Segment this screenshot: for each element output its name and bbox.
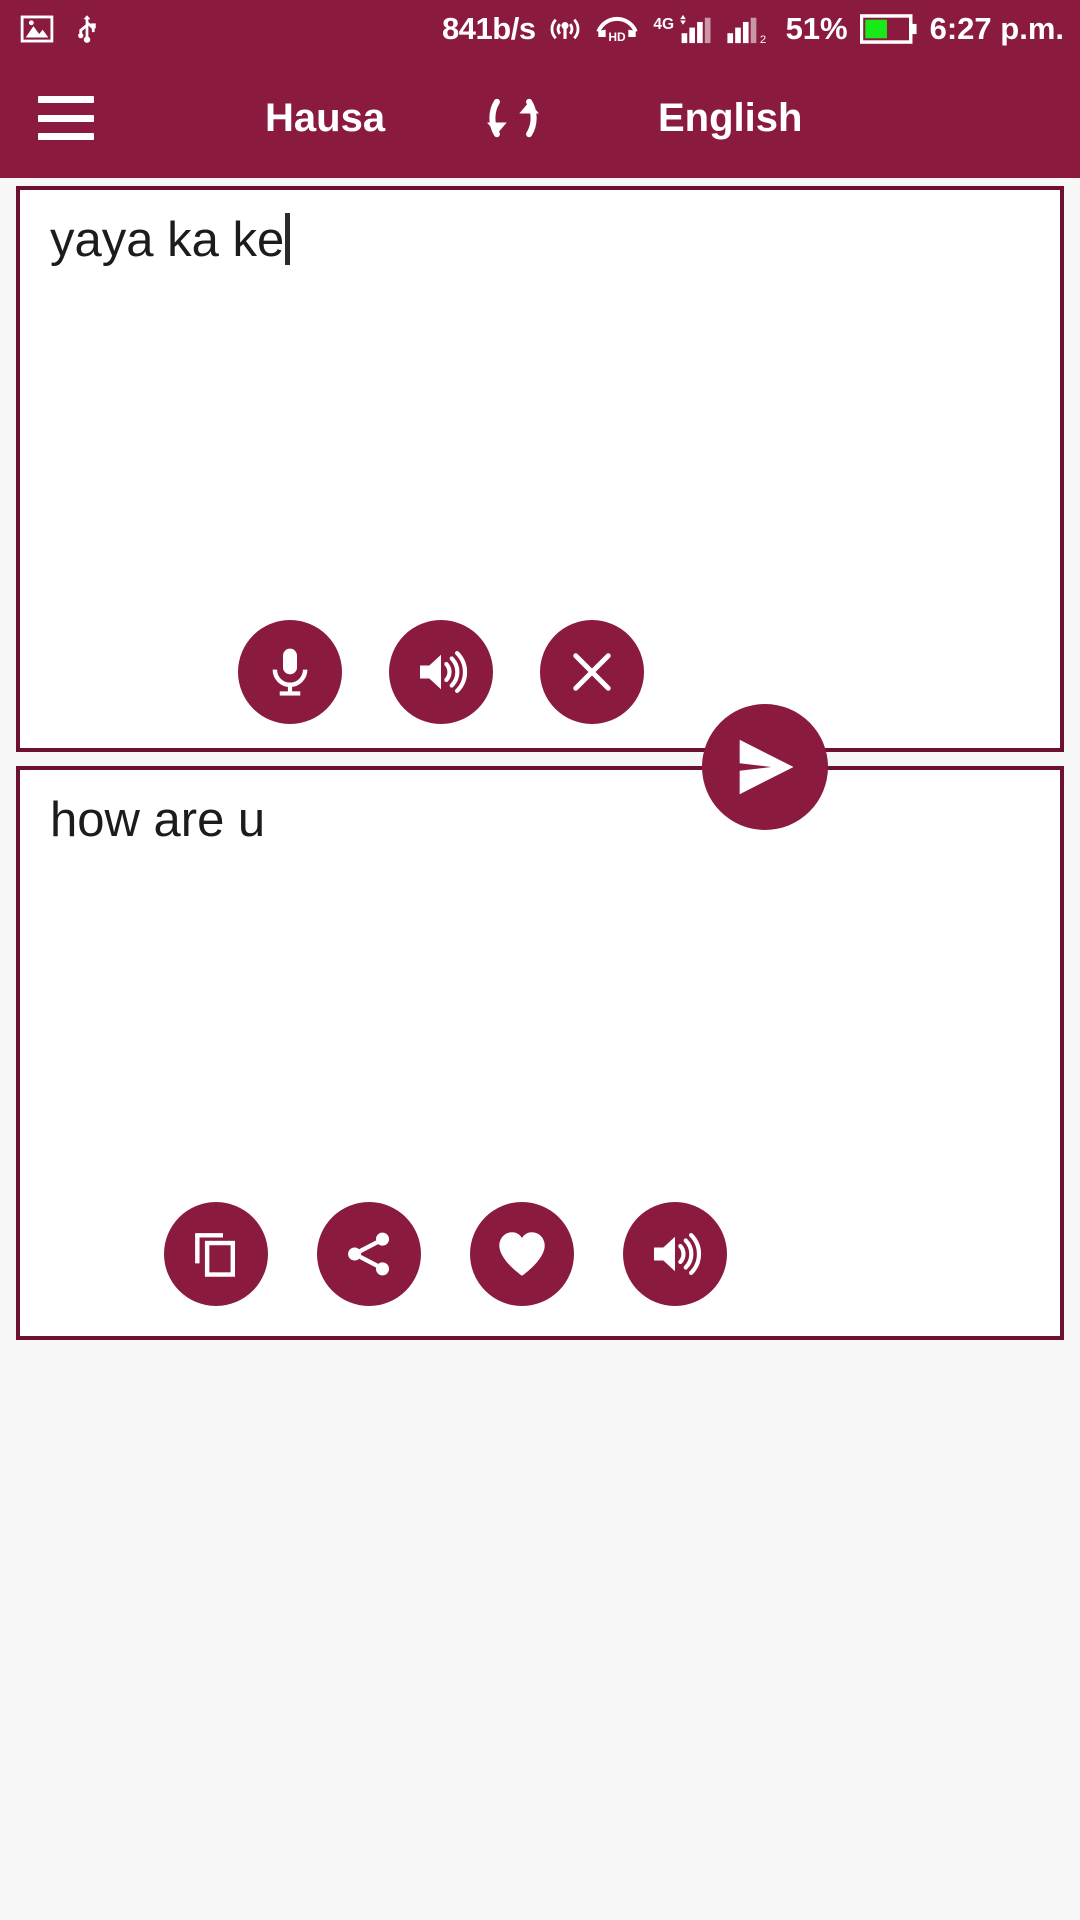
app-root: 841b/s HD 4G 2 51% 6:27 p.m. Hausa Engli… [0,0,1080,1920]
network-speed-text: 841b/s [442,11,536,46]
source-text-value: yaya ka ke [50,213,285,267]
hd-call-icon: HD [596,16,638,44]
copy-icon [195,1233,236,1277]
svg-text:4G: 4G [653,16,674,33]
speak-output-button[interactable] [623,1202,727,1306]
speak-input-button[interactable] [389,620,493,724]
translation-actions-row [164,1202,727,1306]
hotspot-icon [550,18,579,40]
swap-languages-icon[interactable] [470,75,556,161]
source-actions-row [238,620,644,724]
clear-input-button[interactable] [540,620,644,724]
copy-button[interactable] [164,1202,268,1306]
status-bar-right-icons: 841b/s HD 4G 2 51% 6:27 p.m. [442,11,1064,47]
microphone-icon [272,648,308,696]
4g-signal-icon: 4G [653,14,711,44]
close-icon [573,653,611,691]
heart-icon [499,1232,545,1276]
battery-icon [859,14,917,44]
svg-text:2: 2 [759,34,765,46]
share-button[interactable] [317,1202,421,1306]
image-icon [20,15,54,43]
speaker-icon [654,1233,702,1275]
status-bar-left-icons [20,12,102,46]
favorite-button[interactable] [470,1202,574,1306]
translated-text-value: how are u [50,793,266,847]
source-text-input[interactable]: yaya ka ke [50,212,1030,268]
source-language-button[interactable]: Hausa [265,96,385,141]
text-cursor [285,213,291,265]
app-bar: Hausa English [0,58,1080,178]
svg-text:HD: HD [608,30,626,44]
usb-icon [78,15,96,43]
speaker-icon [420,651,468,693]
share-icon [348,1232,390,1276]
send-paper-plane-icon [739,739,794,795]
microphone-button[interactable] [238,620,342,724]
target-language-button[interactable]: English [658,96,802,141]
send-button[interactable] [702,704,828,830]
status-bar: 841b/s HD 4G 2 51% 6:27 p.m. [0,0,1080,58]
signal-bars-icon: 2 [726,17,766,46]
clock-text: 6:27 p.m. [929,11,1064,46]
battery-percent-text: 51% [785,11,848,46]
hamburger-menu-icon[interactable] [38,96,94,140]
